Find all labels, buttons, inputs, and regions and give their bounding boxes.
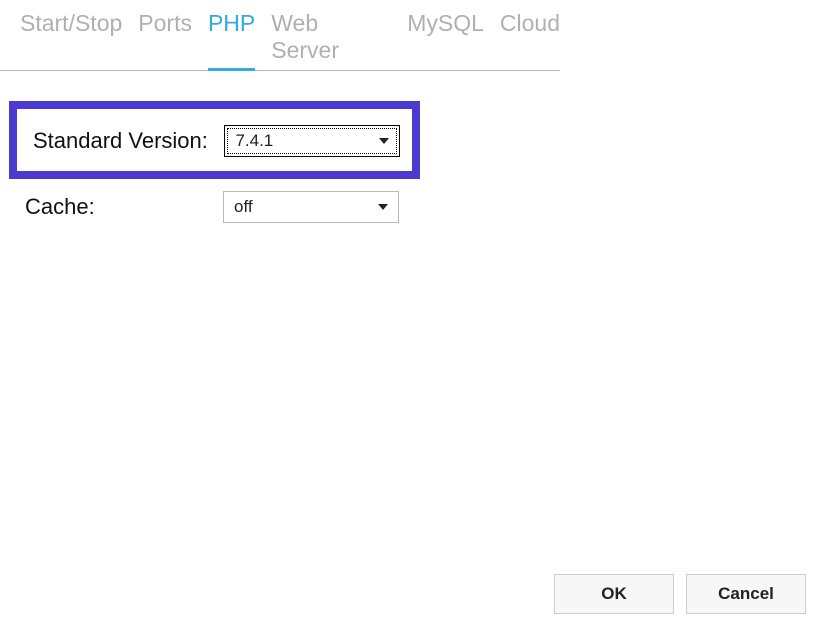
select-standard-version[interactable]: 7.4.1 [224,125,400,157]
chevron-down-icon [379,138,389,144]
tab-start-stop[interactable]: Start/Stop [20,10,122,70]
label-cache: Cache: [25,194,223,220]
highlight-standard-version: Standard Version: 7.4.1 [9,101,420,179]
row-cache: Cache: off [25,191,814,223]
ok-button[interactable]: OK [554,574,674,614]
tab-php[interactable]: PHP [208,10,255,70]
select-cache-value: off [234,197,253,217]
tab-ports[interactable]: Ports [138,10,192,70]
chevron-down-icon [378,204,388,210]
tab-mysql[interactable]: MySQL [407,10,484,70]
label-standard-version: Standard Version: [33,128,224,154]
tab-bar: Start/Stop Ports PHP Web Server MySQL Cl… [0,0,560,71]
tab-cloud[interactable]: Cloud [500,10,560,70]
select-cache[interactable]: off [223,191,399,223]
select-standard-version-value: 7.4.1 [235,131,273,151]
tab-content: Standard Version: 7.4.1 Cache: off [0,71,814,223]
tab-web-server[interactable]: Web Server [271,10,391,70]
cancel-button[interactable]: Cancel [686,574,806,614]
dialog-buttons: OK Cancel [554,574,806,614]
